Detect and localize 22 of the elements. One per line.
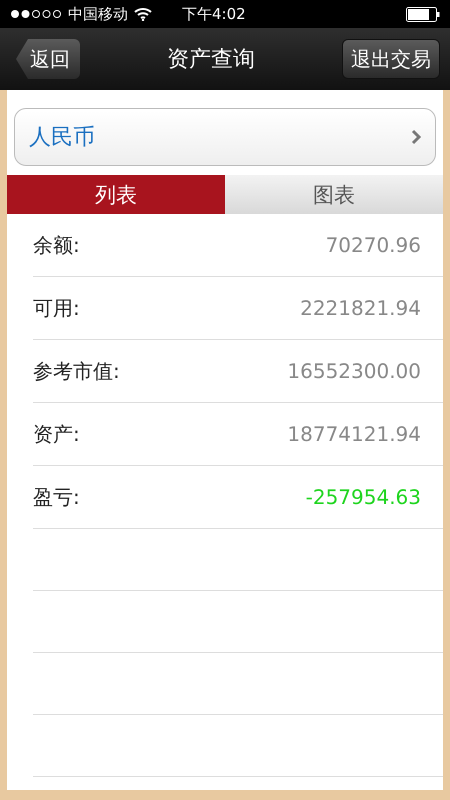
currency-selector[interactable]: 人民币 — [14, 108, 436, 166]
nav-title: 资产查询 — [166, 46, 256, 74]
battery-icon — [406, 6, 440, 22]
signal-icon — [10, 9, 62, 19]
row-value: 16552300.00 — [287, 359, 421, 383]
view-tab[interactable]: 列表 — [7, 175, 225, 214]
row-value: -257954.63 — [306, 485, 421, 509]
row-label: 盈亏: — [33, 484, 80, 510]
row-value: 70270.96 — [326, 233, 421, 257]
back-button[interactable]: 返回 — [16, 39, 80, 79]
row-label: 参考市值: — [33, 358, 120, 384]
view-tab[interactable]: 图表 — [225, 175, 443, 214]
row-value: 18774121.94 — [287, 422, 421, 446]
carrier-name: 中国移动 — [68, 4, 128, 24]
chevron-icon — [411, 129, 421, 145]
status-time: 下午4:02 — [182, 4, 246, 24]
exit-trade-button[interactable]: 退出交易 — [342, 39, 440, 79]
row-value: 2221821.94 — [300, 296, 421, 320]
row-label: 资产: — [33, 420, 80, 448]
row-label: 可用: — [33, 294, 80, 322]
wifi-icon — [134, 7, 152, 21]
row-label: 余额: — [33, 232, 80, 258]
